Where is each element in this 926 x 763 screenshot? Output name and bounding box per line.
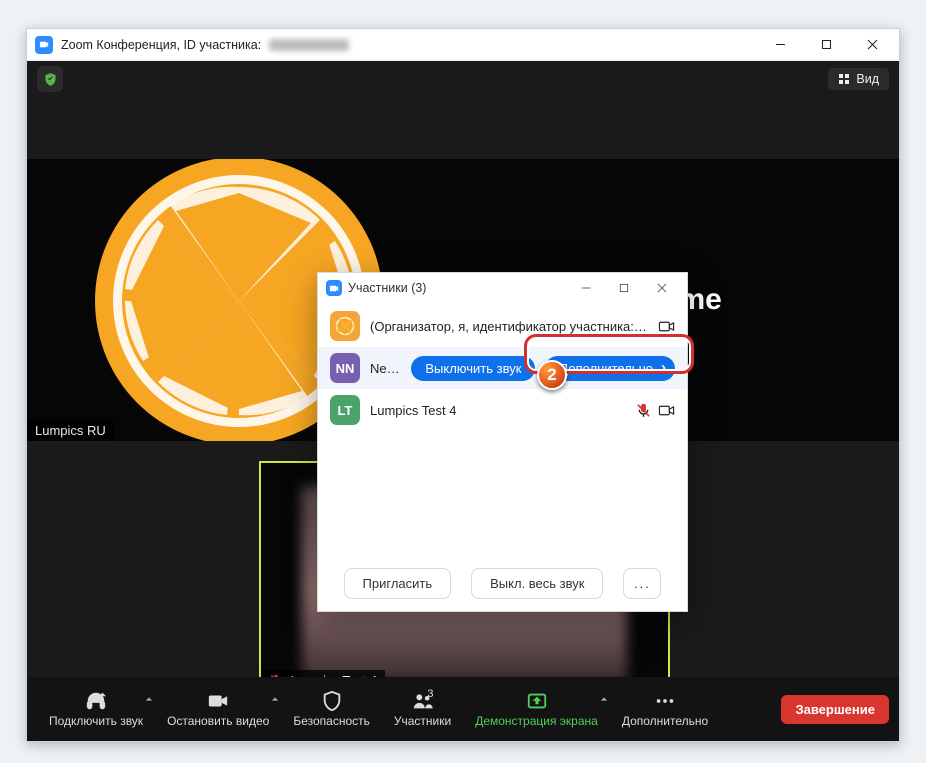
join-audio-button[interactable]: Подключить звук xyxy=(37,690,155,728)
window-controls xyxy=(757,29,895,60)
window-close-button[interactable] xyxy=(849,29,895,60)
zoom-icon xyxy=(326,280,342,296)
participants-close-button[interactable] xyxy=(643,274,681,303)
window-title-text: Zoom Конференция, ID участника: xyxy=(61,38,261,52)
avatar-initials: NN xyxy=(330,353,360,383)
view-label: Вид xyxy=(856,72,879,86)
meeting-topbar: Вид xyxy=(27,61,899,97)
control-label: Подключить звук xyxy=(49,714,143,728)
tile-label: Lumpics RU xyxy=(27,420,114,441)
participants-maximize-button[interactable] xyxy=(605,274,643,303)
avatar-initials: LT xyxy=(330,395,360,425)
participants-window: Участники (3) (Организатор, я, идентифик… xyxy=(317,272,688,612)
encryption-icon[interactable] xyxy=(37,66,63,92)
participant-row-lumpics-test[interactable]: LT Lumpics Test 4 xyxy=(318,389,687,431)
control-bar: Подключить звук Остановить видео Безопас… xyxy=(27,677,899,741)
participant-host-text: (Организатор, я, идентификатор участника… xyxy=(370,319,648,334)
participant-status-icons xyxy=(635,402,675,419)
window-maximize-button[interactable] xyxy=(803,29,849,60)
chevron-up-icon[interactable] xyxy=(600,692,608,706)
share-screen-button[interactable]: Демонстрация экрана xyxy=(463,690,610,728)
control-label: Остановить видео xyxy=(167,714,269,728)
more-button[interactable]: Дополнительно xyxy=(610,690,720,728)
app-window: Zoom Конференция, ID участника: Вид Lump… xyxy=(26,28,900,742)
annotation-step-badge: 2 xyxy=(537,360,567,390)
participant-status-icons xyxy=(658,318,675,335)
camera-icon xyxy=(658,402,675,419)
mute-all-button[interactable]: Выкл. весь звук xyxy=(471,568,603,599)
chevron-up-icon[interactable] xyxy=(271,692,279,706)
control-label: Дополнительно xyxy=(622,714,708,728)
avatar-orange-icon xyxy=(330,311,360,341)
participant-name: Lumpics Test 4 xyxy=(370,403,625,418)
end-meeting-button[interactable]: Завершение xyxy=(781,695,889,724)
chevron-up-icon[interactable] xyxy=(145,692,153,706)
control-label: Участники xyxy=(394,714,451,728)
view-button[interactable]: Вид xyxy=(828,68,889,90)
invite-button[interactable]: Пригласить xyxy=(344,568,452,599)
participant-id-blurred xyxy=(269,39,349,51)
participants-more-menu-button[interactable]: ... xyxy=(623,568,661,599)
grid-icon xyxy=(838,73,850,85)
camera-icon xyxy=(658,318,675,335)
titlebar: Zoom Конференция, ID участника: xyxy=(27,29,899,61)
control-label: Безопасность xyxy=(293,714,370,728)
mute-button[interactable]: Выключить звук xyxy=(411,356,535,381)
participants-button[interactable]: 3 Участники xyxy=(382,690,463,728)
mic-muted-icon xyxy=(635,402,652,419)
video-icon xyxy=(207,690,229,712)
zoom-icon xyxy=(35,36,53,54)
share-icon xyxy=(526,690,548,712)
window-title: Zoom Конференция, ID участника: xyxy=(61,38,349,52)
headphones-icon xyxy=(85,690,107,712)
security-button[interactable]: Безопасность xyxy=(281,690,382,728)
participant-name: New ... xyxy=(370,361,401,376)
participants-footer: Пригласить Выкл. весь звук ... xyxy=(318,556,687,611)
participants-minimize-button[interactable] xyxy=(567,274,605,303)
participants-titlebar: Участники (3) xyxy=(318,273,687,303)
participant-count-badge: 3 xyxy=(427,688,433,700)
stop-video-button[interactable]: Остановить видео xyxy=(155,690,281,728)
shield-icon xyxy=(321,690,343,712)
control-label: Демонстрация экрана xyxy=(475,714,598,728)
window-minimize-button[interactable] xyxy=(757,29,803,60)
participants-window-controls xyxy=(567,274,681,303)
participants-title: Участники (3) xyxy=(348,281,426,295)
dots-icon xyxy=(654,690,676,712)
